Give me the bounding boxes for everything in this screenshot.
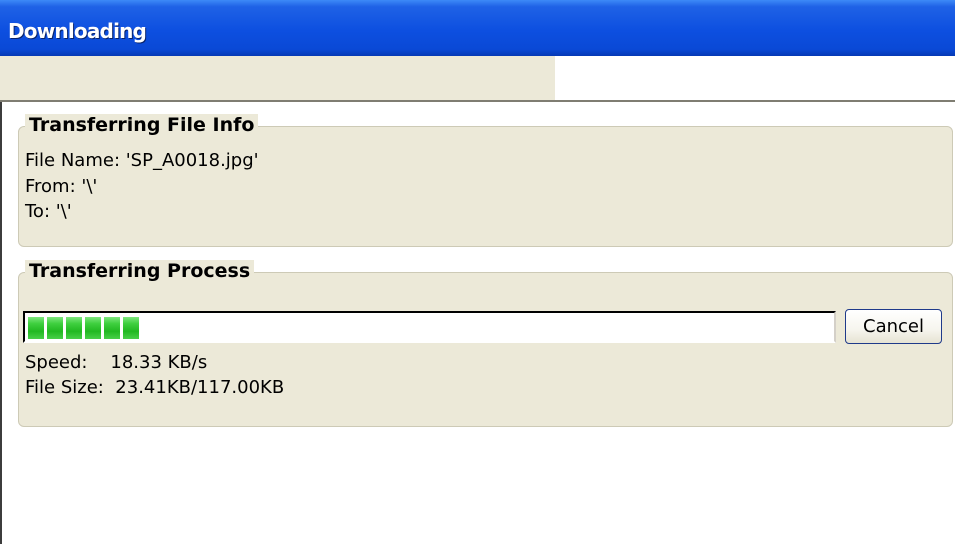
progress-segment [104,317,120,339]
from-label: From: '\' [25,176,98,197]
cancel-button[interactable]: Cancel [845,309,942,344]
transfer-process-legend: Transferring Process [25,260,255,282]
progress-segment [47,317,63,339]
progress-segment [123,317,139,339]
window-title: Downloading [8,19,147,43]
divider [0,100,955,102]
file-info-group: Transferring File Info File Name: 'SP_A0… [18,114,953,247]
progress-segment [66,317,82,339]
progress-bar [23,311,836,343]
transfer-process-group: Transferring Process Cancel Speed: 18.33… [18,260,953,427]
progress-segment [28,317,44,339]
file-name-label: File Name: 'SP_A0018.jpg' [25,150,259,171]
file-info-legend: Transferring File Info [25,114,259,136]
file-size-label: File Size: 23.41KB/117.00KB [25,377,285,398]
progress-bar-fill [28,317,139,339]
progress-segment [85,317,101,339]
title-bar[interactable]: Downloading [0,0,955,56]
status-bar-blank [555,56,955,100]
speed-label: Speed: 18.33 KB/s [25,352,208,373]
to-label: To: '\' [25,201,72,222]
status-bar-panel [0,56,555,100]
window-border [0,102,2,544]
